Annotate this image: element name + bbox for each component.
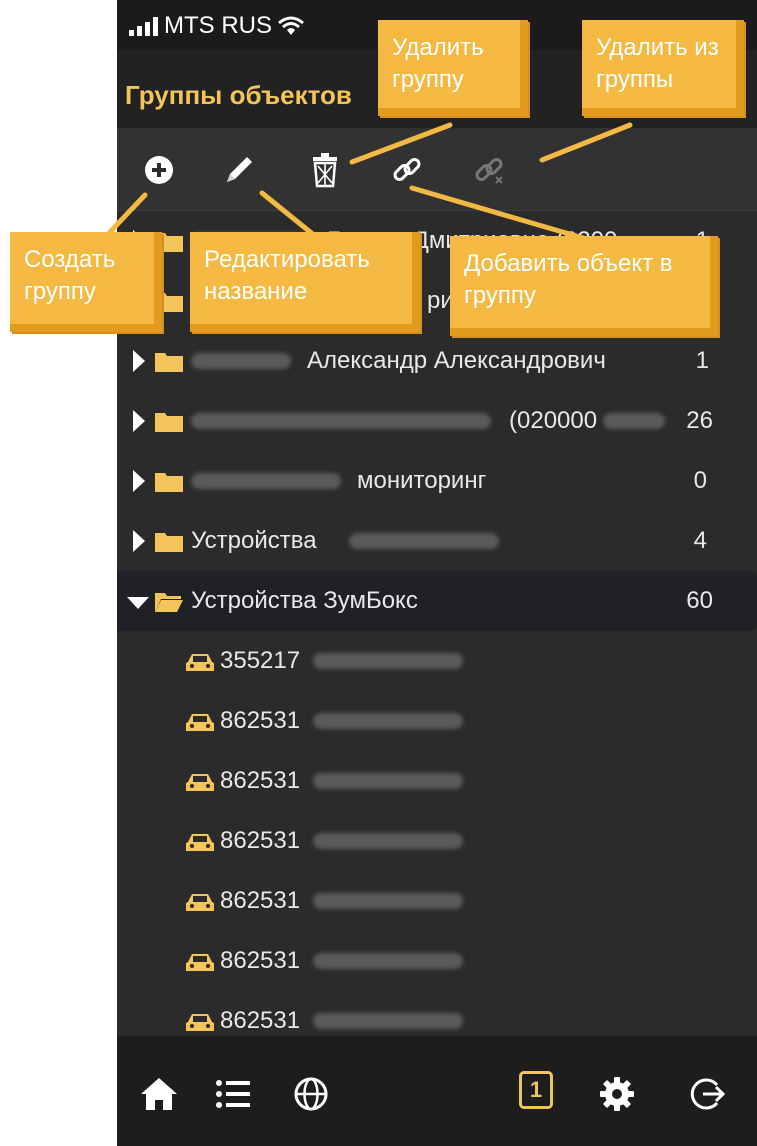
object-row[interactable]: 355217 [117, 631, 757, 691]
gear-icon [600, 1077, 634, 1111]
app-screen: MTS RUS Группы объектов ри Александр Але… [117, 0, 757, 1146]
blurred-text [349, 533, 499, 549]
folder-icon [155, 473, 183, 492]
carrier-info: MTS RUS [129, 12, 304, 40]
object-id: 355217 [220, 647, 301, 674]
blurred-text [191, 353, 291, 369]
object-id: 862531 [220, 767, 301, 794]
logout-button[interactable] [685, 1072, 729, 1116]
callout-create-group: Создать группу [10, 232, 162, 332]
group-name: (020000 [509, 407, 598, 434]
object-row[interactable]: 862531 [117, 931, 757, 991]
folder-open-icon [155, 593, 183, 612]
expand-arrow-icon[interactable] [133, 410, 145, 432]
globe-icon [294, 1077, 328, 1111]
expand-arrow-icon[interactable] [133, 530, 145, 552]
blurred-text [603, 413, 665, 429]
delete-group-button[interactable] [303, 148, 347, 192]
object-row[interactable]: 862531 [117, 811, 757, 871]
blurred-text [313, 653, 463, 669]
folder-icon [155, 353, 183, 372]
callout-delete-group: Удалить группу [378, 20, 528, 116]
car-icon [186, 954, 214, 971]
wifi-icon [278, 16, 304, 35]
edit-name-button[interactable] [217, 148, 261, 192]
list-button[interactable] [211, 1072, 255, 1116]
group-name: Устройства ЗумБокс [191, 587, 418, 614]
settings-button[interactable] [595, 1072, 639, 1116]
callout-edit-name: Редактировать название [190, 232, 420, 332]
expand-arrow-icon[interactable] [133, 350, 145, 372]
object-id: 862531 [220, 1007, 301, 1034]
notification-badge[interactable]: 1 [519, 1071, 553, 1109]
folder-icon [155, 413, 183, 432]
home-button[interactable] [137, 1072, 181, 1116]
add-icon [145, 156, 173, 184]
logout-icon [690, 1078, 725, 1110]
callout-add-object: Добавить объект в группу [450, 236, 718, 336]
callout-remove-from-group: Удалить из группы [582, 20, 744, 116]
group-row-selected[interactable]: Устройства ЗумБокс 60 [117, 571, 757, 631]
blurred-text [313, 893, 463, 909]
group-count: 1 [695, 347, 709, 374]
page-title: Группы объектов [125, 80, 352, 110]
pencil-icon [227, 157, 252, 182]
group-name: Устройства [191, 527, 317, 554]
group-count: 0 [693, 467, 707, 494]
signal-icon [129, 16, 158, 36]
group-count: 60 [686, 587, 713, 614]
car-icon [186, 654, 214, 671]
group-name: Александр Александрович [307, 347, 606, 374]
group-row[interactable]: мониторинг 0 [117, 451, 757, 511]
car-icon [186, 834, 214, 851]
blurred-text [191, 413, 491, 429]
map-button[interactable] [289, 1072, 333, 1116]
object-row[interactable]: 862531 [117, 871, 757, 931]
add-to-group-button[interactable] [385, 148, 429, 192]
car-icon [186, 894, 214, 911]
blurred-text [313, 1013, 463, 1029]
object-id: 862531 [220, 707, 301, 734]
group-row[interactable]: (020000 26 [117, 391, 757, 451]
unlink-icon [475, 158, 503, 184]
home-icon [141, 1078, 177, 1110]
group-count: 26 [686, 407, 713, 434]
blurred-text [313, 833, 463, 849]
object-row[interactable]: 862531 [117, 751, 757, 811]
car-icon [186, 1014, 214, 1031]
folder-icon [155, 533, 183, 552]
link-icon [393, 158, 421, 181]
bottom-nav: 1 [117, 1036, 757, 1146]
collapse-arrow-icon[interactable] [127, 597, 149, 609]
car-icon [186, 714, 214, 731]
remove-from-group-button[interactable] [467, 148, 511, 192]
blurred-text [191, 473, 341, 489]
object-id: 862531 [220, 947, 301, 974]
object-row[interactable]: 862531 [117, 691, 757, 751]
list-icon [216, 1080, 250, 1108]
add-group-button[interactable] [137, 148, 181, 192]
group-row[interactable]: Александр Александрович 1 [117, 331, 757, 391]
group-row[interactable]: Устройства 4 [117, 511, 757, 571]
toolbar [117, 128, 757, 211]
object-id: 862531 [220, 887, 301, 914]
object-id: 862531 [220, 827, 301, 854]
carrier-name: MTS RUS [164, 12, 272, 39]
group-name: мониторинг [357, 467, 487, 494]
blurred-text [313, 953, 463, 969]
car-icon [186, 774, 214, 791]
trash-icon [313, 153, 337, 188]
blurred-text [313, 713, 463, 729]
group-count: 4 [693, 527, 707, 554]
blurred-text [313, 773, 463, 789]
expand-arrow-icon[interactable] [133, 470, 145, 492]
